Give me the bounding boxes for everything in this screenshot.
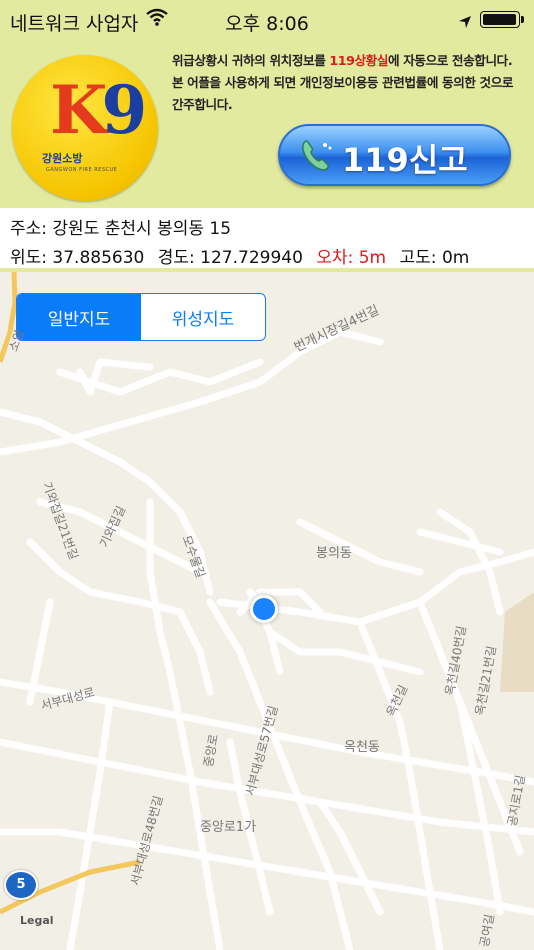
- logo-name: 강원소방: [42, 152, 83, 165]
- phone-icon: [296, 135, 336, 175]
- status-bar: 네트워크 사업자 오후 8:06: [0, 0, 534, 40]
- latitude-text: 위도: 37.885630: [10, 248, 145, 268]
- longitude-text: 경도: 127.729940: [157, 248, 303, 268]
- logo-mark: K9: [50, 71, 147, 149]
- clock: 오후 8:06: [225, 13, 309, 35]
- map-label: 봉의동: [316, 546, 352, 561]
- battery-level: [483, 14, 516, 25]
- map-view[interactable]: 일반지도 위성지도 번개시장길4번길 기와집길21번길 기와집길 모수물길 봉의…: [0, 272, 534, 950]
- segment-standard-map[interactable]: 일반지도: [17, 294, 141, 340]
- user-location-marker[interactable]: [250, 595, 278, 623]
- privacy-notice: 위급상황시 귀하의 위치정보를 119상황실에 자동으로 전송합니다. 본 어플…: [172, 53, 514, 112]
- call-119-button[interactable]: 119신고: [278, 124, 511, 186]
- header: K9 강원소방 GANGWON FIRE RESCUE 위급상황시 귀하의 위치…: [0, 40, 534, 208]
- call-button-label: 119신고: [342, 141, 468, 179]
- location-arrow-icon: [458, 12, 472, 34]
- map-label: 옥천동: [344, 740, 380, 755]
- segment-satellite-map[interactable]: 위성지도: [141, 294, 265, 340]
- logo-tagline: GANGWON FIRE RESCUE: [46, 167, 118, 173]
- battery-icon: [480, 11, 524, 28]
- k9-logo: K9 강원소방 GANGWON FIRE RESCUE: [12, 55, 158, 201]
- legal-link[interactable]: Legal: [20, 914, 54, 927]
- notice-highlight: 119상황실: [329, 53, 389, 68]
- route-shield: 5: [4, 870, 38, 900]
- accuracy-text: 오차: 5m: [316, 248, 387, 268]
- location-info-panel: 주소: 강원도 춘천시 봉의동 15 위도: 37.885630 경도: 127…: [0, 208, 534, 272]
- map-type-segmented-control[interactable]: 일반지도 위성지도: [16, 293, 266, 341]
- address-text: 주소: 강원도 춘천시 봉의동 15: [10, 219, 232, 239]
- map-label: 중앙로1가: [200, 820, 257, 835]
- coordinates-row: 위도: 37.885630 경도: 127.729940 오차: 5m 고도: …: [10, 243, 477, 268]
- altitude-text: 고도: 0m: [399, 248, 470, 268]
